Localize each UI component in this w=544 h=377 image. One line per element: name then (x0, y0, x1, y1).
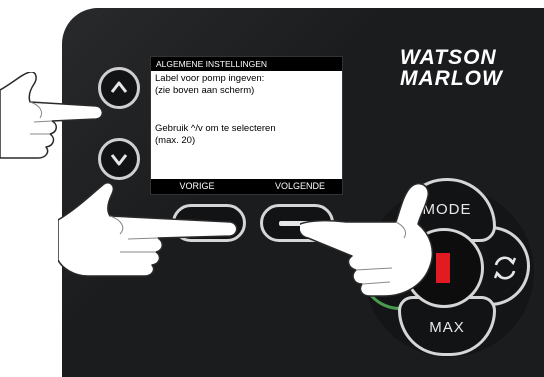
brand-line-2: MARLOW (400, 67, 503, 90)
chevron-up-icon (110, 81, 128, 93)
screen-line: (max. 20) (155, 135, 196, 146)
screen-title: ALGEMENE INSTELLINGEN (151, 57, 342, 71)
pointing-hand-softkey-left (58, 182, 238, 277)
screen-line: Label voor pomp ingeven: (155, 73, 265, 84)
max-label: MAX (429, 319, 465, 336)
rotate-direction-icon (493, 256, 517, 280)
display-screen: ALGEMENE INSTELLINGEN Label voor pomp in… (150, 56, 343, 195)
brand-logo: WATSON MARLOW (400, 47, 503, 89)
brand-line-1: WATSON (400, 46, 497, 69)
screen-line (155, 97, 338, 109)
screen-line: Gebruik ^/v om te selecteren (155, 123, 276, 134)
pointing-hand-up-down (0, 72, 104, 159)
screen-body: Label voor pomp ingeven: (zie boven aan … (151, 71, 342, 179)
chevron-down-icon (110, 154, 128, 166)
pointing-hand-softkey-right (300, 182, 434, 297)
screen-line: (zie boven aan scherm) (155, 85, 255, 96)
